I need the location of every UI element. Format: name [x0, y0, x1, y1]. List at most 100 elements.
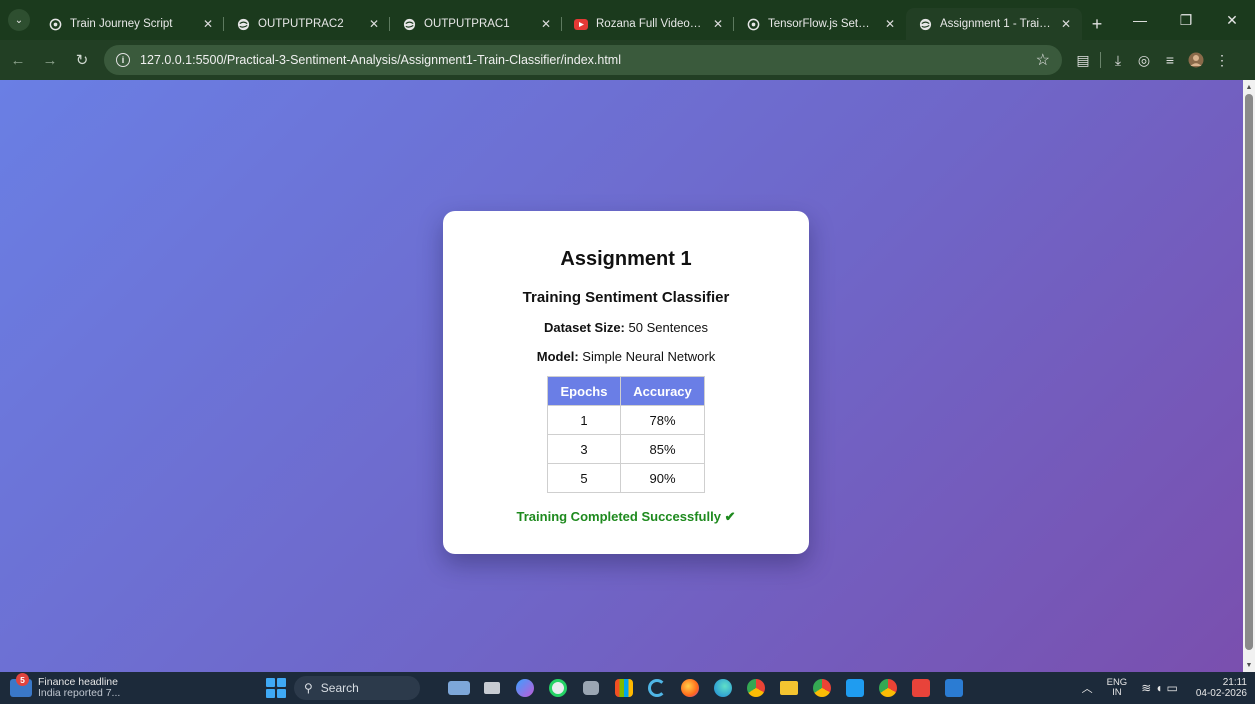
- search-label: Search: [320, 681, 359, 695]
- dataset-size-label: Dataset Size:: [543, 320, 625, 335]
- tab-assignment-1-training[interactable]: Assignment 1 - Training ✕: [906, 8, 1082, 40]
- results-table: Epochs Accuracy 1 78% 3 85% 5 90%: [547, 376, 705, 493]
- table-row: 1 78%: [547, 405, 705, 435]
- firefox-icon[interactable]: [677, 675, 703, 701]
- download-icon[interactable]: ⤓: [1105, 46, 1131, 74]
- region-code: IN: [1112, 687, 1122, 698]
- close-icon[interactable]: ✕: [710, 16, 726, 32]
- tab-title: Rozana Full Video Song | N: [596, 18, 704, 30]
- table-row: 3 85%: [547, 434, 705, 464]
- scroll-thumb[interactable]: [1245, 94, 1253, 650]
- toolbar-divider: [1100, 52, 1101, 68]
- chrome-profile-icon[interactable]: [809, 675, 835, 701]
- taskbar-search[interactable]: ⚲ Search: [294, 676, 420, 700]
- openai-icon: [746, 17, 760, 31]
- reload-button[interactable]: ↻: [68, 46, 96, 74]
- close-icon[interactable]: ✕: [366, 16, 382, 32]
- back-button[interactable]: ←: [4, 46, 32, 74]
- reading-mode-icon[interactable]: ▤: [1070, 46, 1096, 74]
- windows-taskbar: 5 Finance headline India reported 7... ⚲…: [0, 672, 1255, 704]
- close-icon[interactable]: ✕: [1058, 16, 1074, 32]
- tab-outputprac2[interactable]: OUTPUTPRAC2 ✕: [224, 8, 390, 40]
- window-controls: — ❐ ✕: [1117, 0, 1255, 40]
- tab-tensorflow-guide[interactable]: TensorFlow.js Setup Guide ✕: [734, 8, 906, 40]
- extension-icon[interactable]: ◎: [1131, 46, 1157, 74]
- globe-icon: [236, 17, 250, 31]
- page-scrollbar[interactable]: ▲ ▼: [1243, 80, 1255, 672]
- vscode-icon[interactable]: [842, 675, 868, 701]
- info-icon[interactable]: i: [116, 53, 130, 67]
- arc-browser-icon[interactable]: [644, 675, 670, 701]
- close-window-button[interactable]: ✕: [1209, 0, 1255, 40]
- close-icon[interactable]: ✕: [200, 16, 216, 32]
- clock-date: 04-02-2026: [1195, 688, 1247, 699]
- snipping-tool-icon[interactable]: [578, 675, 604, 701]
- chevron-up-icon[interactable]: ︿: [1082, 680, 1093, 696]
- word-icon[interactable]: [941, 675, 967, 701]
- scroll-down-arrow-icon[interactable]: ▼: [1243, 658, 1255, 672]
- widgets-icon: 5: [10, 673, 32, 697]
- close-icon[interactable]: ✕: [538, 16, 554, 32]
- epochs-cell: 3: [547, 434, 621, 464]
- restore-button[interactable]: ❐: [1163, 0, 1209, 40]
- result-card: Assignment 1 Training Sentiment Classifi…: [443, 211, 809, 554]
- system-tray: ︿ ENG IN ≋◖▭ 21:11 04-02-2026: [1082, 672, 1247, 704]
- clock[interactable]: 21:11 04-02-2026: [1196, 677, 1247, 699]
- chrome-profile-icon[interactable]: [875, 675, 901, 701]
- header-accuracy: Accuracy: [620, 376, 705, 406]
- openai-icon: [48, 17, 62, 31]
- accuracy-cell: 85%: [620, 434, 705, 464]
- clock-time: 21:11: [1222, 677, 1247, 688]
- edge-icon[interactable]: [710, 675, 736, 701]
- tab-outputprac1[interactable]: OUTPUTPRAC1 ✕: [390, 8, 562, 40]
- tab-title: TensorFlow.js Setup Guide: [768, 18, 876, 30]
- copilot-icon[interactable]: [512, 675, 538, 701]
- minimize-button[interactable]: —: [1117, 0, 1163, 40]
- tab-rozana-video[interactable]: Rozana Full Video Song | N ✕: [562, 8, 734, 40]
- bookmark-star-icon[interactable]: ☆: [1036, 50, 1050, 70]
- profile-avatar[interactable]: [1183, 46, 1209, 74]
- folder-icon[interactable]: [776, 675, 802, 701]
- notification-badge: 5: [16, 673, 29, 686]
- youtube-icon: [574, 17, 588, 31]
- tab-train-journey-script[interactable]: Train Journey Script ✕: [36, 8, 224, 40]
- browser-toolbar: ← → ↻ i 127.0.0.1:5500/Practical-3-Senti…: [0, 40, 1255, 80]
- wifi-volume-battery-icon[interactable]: ≋◖▭: [1141, 681, 1182, 695]
- globe-icon: [402, 17, 416, 31]
- model-info: Model: Simple Neural Network: [443, 349, 809, 364]
- globe-icon: [918, 17, 932, 31]
- tab-title: OUTPUTPRAC2: [258, 18, 344, 30]
- tab-title: Train Journey Script: [70, 18, 173, 30]
- accuracy-cell: 90%: [620, 463, 705, 493]
- taskbar-apps: [446, 675, 974, 701]
- news-widget[interactable]: 5 Finance headline India reported 7...: [10, 673, 250, 699]
- epochs-cell: 1: [547, 405, 621, 435]
- chrome-icon[interactable]: [743, 675, 769, 701]
- browser-tab-strip: ⌄ Train Journey Script ✕ OUTPUTPRAC2 ✕ O…: [0, 0, 1255, 40]
- training-status: Training Completed Successfully ✔: [516, 509, 736, 524]
- file-explorer-icon[interactable]: [479, 675, 505, 701]
- forward-button[interactable]: →: [36, 46, 64, 74]
- page-title: Assignment 1: [560, 248, 692, 270]
- tab-title: OUTPUTPRAC1: [424, 18, 510, 30]
- media-queue-icon[interactable]: ≡: [1157, 46, 1183, 74]
- table-header-row: Epochs Accuracy: [547, 376, 705, 406]
- new-tab-button[interactable]: +: [1084, 8, 1110, 40]
- windows-start-icon[interactable]: [266, 678, 286, 698]
- scroll-up-arrow-icon[interactable]: ▲: [1243, 80, 1255, 94]
- wps-office-icon[interactable]: [908, 675, 934, 701]
- microsoft-store-icon[interactable]: [611, 675, 637, 701]
- search-icon: ⚲: [304, 681, 313, 695]
- more-menu-icon[interactable]: ⋮: [1209, 46, 1235, 74]
- tab-title: Assignment 1 - Training: [940, 18, 1052, 30]
- whatsapp-icon[interactable]: [545, 675, 571, 701]
- tab-search-button[interactable]: ⌄: [8, 9, 30, 31]
- address-bar[interactable]: i 127.0.0.1:5500/Practical-3-Sentiment-A…: [104, 45, 1062, 75]
- language-indicator[interactable]: ENG IN: [1107, 678, 1128, 698]
- url-text[interactable]: 127.0.0.1:5500/Practical-3-Sentiment-Ana…: [140, 53, 1036, 67]
- header-epochs: Epochs: [547, 376, 621, 406]
- dataset-size-value: 50 Sentences: [628, 320, 709, 335]
- close-icon[interactable]: ✕: [882, 16, 898, 32]
- table-row: 5 90%: [547, 463, 705, 493]
- task-view-icon[interactable]: [446, 675, 472, 701]
